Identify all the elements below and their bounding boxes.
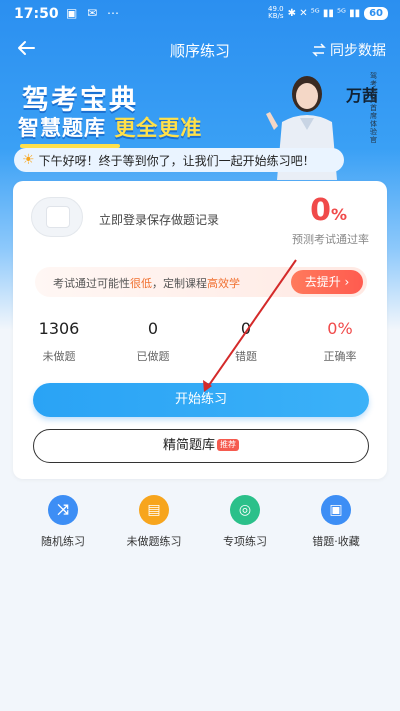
greeting-text: 下午好呀！终于等到你了，让我们一起开始练习吧！ (38, 153, 315, 168)
tip-bar: 考试通过可能性很低，定制课程高效学 去提升 › (35, 267, 367, 297)
sun-icon: ☀ (22, 152, 35, 168)
shuffle-icon: ⤨ (48, 495, 78, 525)
tip-text: 考试通过可能性很低，定制课程高效学 (53, 277, 240, 290)
banner-subtitle: 智慧题库 更全更准 (18, 112, 202, 148)
status-time: 17:50 (14, 6, 59, 22)
recommend-badge: 推荐 (217, 439, 239, 451)
pass-rate-label: 预测考试通过率 (292, 233, 369, 246)
avatar-placeholder-icon (46, 206, 70, 228)
stat-undone: 1306 未做题 (38, 319, 80, 363)
practice-card: 立即登录保存做题记录 0% 预测考试通过率 考试通过可能性很低，定制课程高效学 … (13, 181, 387, 479)
status-bar: 17:50 ▣ ✉ ⋯ 49.0 KB/s ✱ ✕ ⁵ᴳ ▮▮ ⁵ᴳ ▮▮ 60 (0, 0, 400, 28)
network-speed: 49.0 KB/s (268, 5, 284, 20)
avatar[interactable] (31, 197, 83, 237)
signal-icons: ✱ ✕ ⁵ᴳ ▮▮ ⁵ᴳ ▮▮ (287, 7, 361, 19)
simple-question-bank-button[interactable]: 精简题库 推荐 (33, 429, 369, 463)
target-icon: ◎ (230, 495, 260, 525)
battery-icon: 60 (364, 6, 388, 20)
stat-accuracy: 0% 正确率 (323, 319, 357, 363)
shortcut-special-practice[interactable]: ◎ 专项练习 (200, 495, 290, 549)
pass-rate-value: 0% (310, 193, 347, 228)
sync-icon (312, 43, 326, 57)
navbar: 顺序练习 同步数据 (0, 32, 400, 68)
stat-done: 0 已做题 (136, 319, 170, 363)
stats-row: 1306 未做题 0 已做题 0 错题 0% 正确率 (13, 319, 387, 369)
bookmark-icon: ▣ (321, 495, 351, 525)
status-right-icons: 49.0 KB/s ✱ ✕ ⁵ᴳ ▮▮ ⁵ᴳ ▮▮ 60 (268, 6, 388, 20)
sync-data-button[interactable]: 同步数据 (312, 40, 386, 60)
shortcut-random-practice[interactable]: ⤨ 随机练习 (18, 495, 108, 549)
spokesperson-title: 驾考宝典首席体验官 (370, 72, 377, 144)
shortcut-undone-practice[interactable]: ▤ 未做题练习 (109, 495, 199, 549)
notification-icons: ▣ ✉ ⋯ (66, 6, 123, 20)
boost-button[interactable]: 去提升 › (291, 270, 363, 294)
banner-subtitle-part1: 智慧题库 (18, 116, 106, 140)
greeting-bar: ☀ 下午好呀！终于等到你了，让我们一起开始练习吧！ (14, 148, 344, 172)
stat-wrong: 0 错题 (235, 319, 257, 363)
shortcut-row: ⤨ 随机练习 ▤ 未做题练习 ◎ 专项练习 ▣ 错题·收藏 (0, 495, 400, 555)
banner-subtitle-part2: 更全更准 (114, 116, 203, 140)
sync-label: 同步数据 (330, 43, 386, 59)
document-icon: ▤ (139, 495, 169, 525)
login-prompt[interactable]: 立即登录保存做题记录 (99, 211, 219, 228)
shortcut-wrong-favorites[interactable]: ▣ 错题·收藏 (291, 495, 381, 549)
start-practice-button[interactable]: 开始练习 (33, 383, 369, 417)
